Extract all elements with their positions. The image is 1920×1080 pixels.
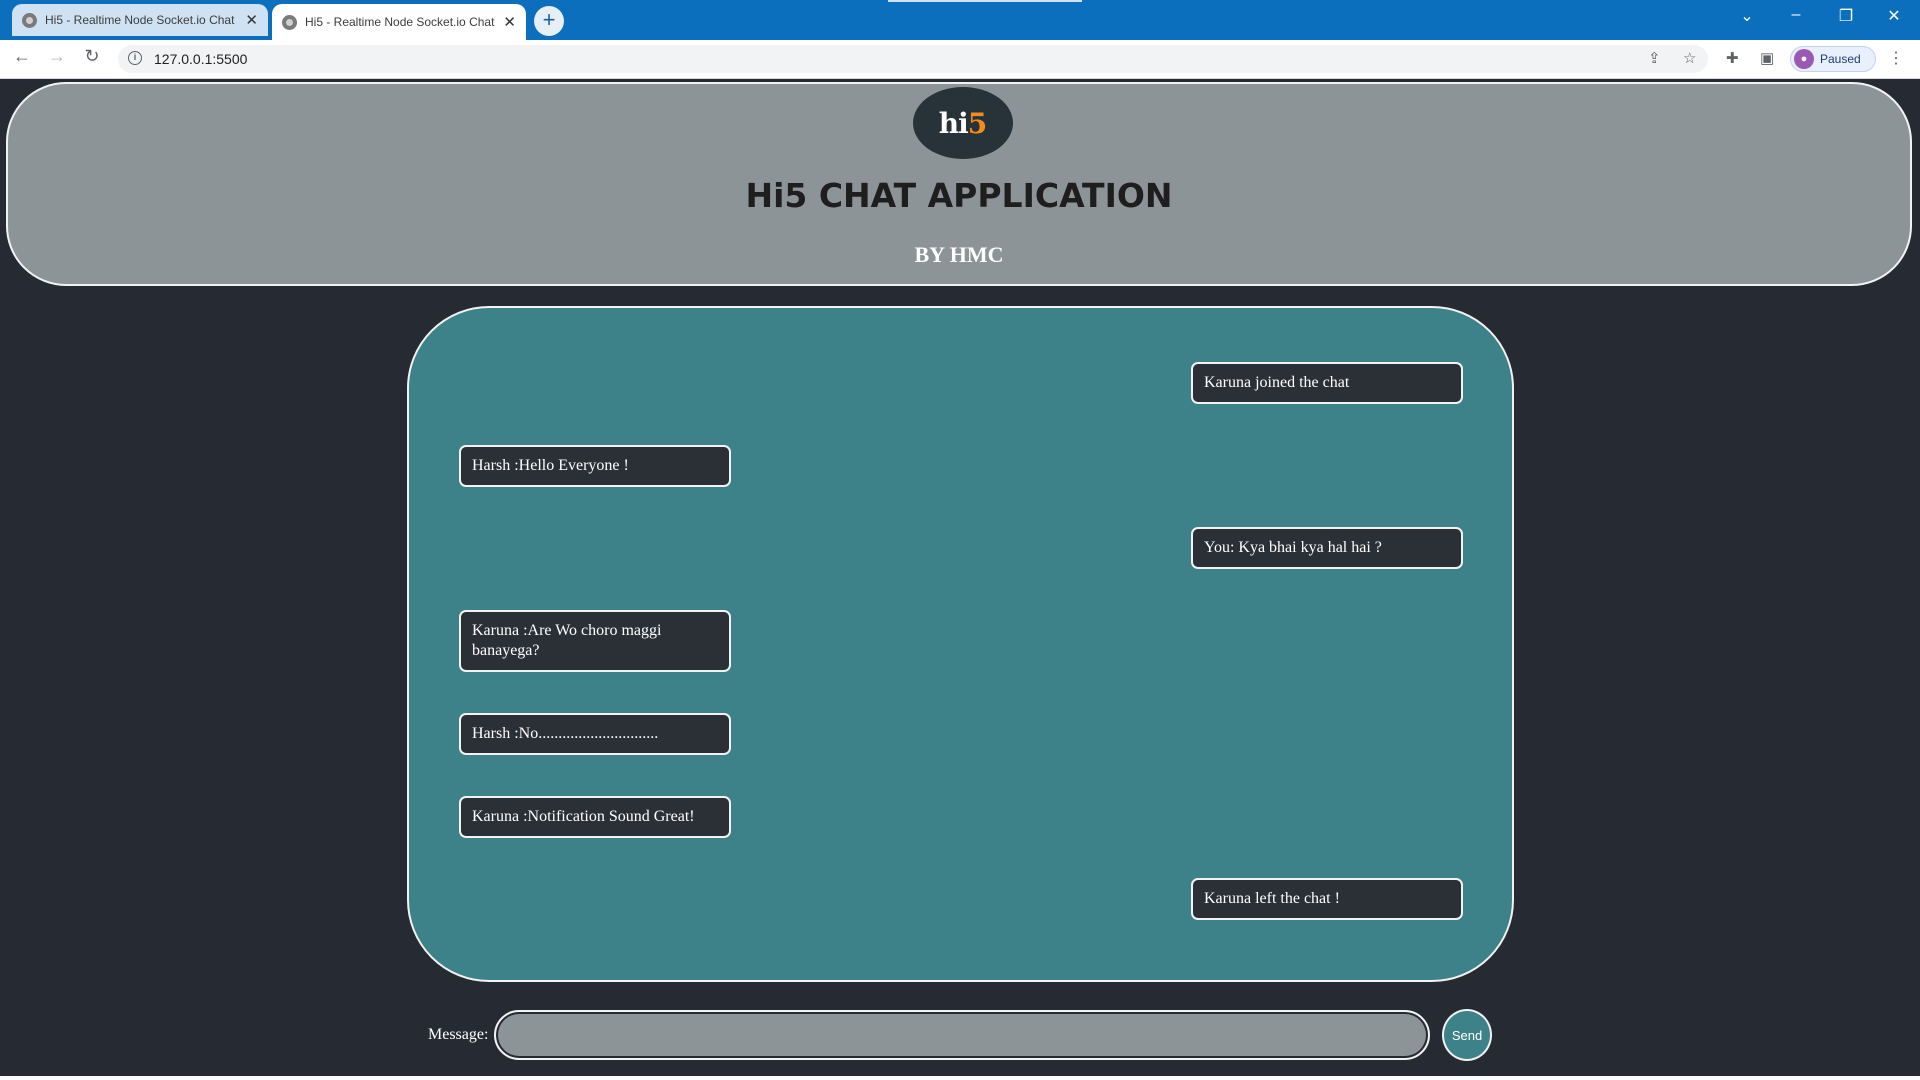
logo-text-hi: hi — [938, 106, 969, 140]
page-bottom-edge — [0, 1076, 1920, 1080]
site-info-icon[interactable]: i — [128, 51, 142, 65]
new-tab-button[interactable]: + — [534, 6, 564, 36]
globe-icon — [282, 14, 297, 30]
app-header: hi 5 Hi5 CHAT APPLICATION BY HMC — [6, 82, 1912, 286]
profile-status: Paused — [1820, 52, 1861, 66]
browser-tab-active[interactable]: Hi5 - Realtime Node Socket.io Chat ✕ — [272, 4, 526, 40]
avatar: ● — [1794, 49, 1814, 69]
chat-message-right: Karuna joined the chat — [1191, 362, 1463, 404]
chat-message-right: You: Kya bhai kya hal hai ? — [1191, 527, 1463, 569]
close-tab-icon[interactable]: ✕ — [503, 13, 516, 31]
globe-icon — [22, 12, 37, 28]
window-close-icon[interactable]: ✕ — [1882, 6, 1906, 26]
tab-title: Hi5 - Realtime Node Socket.io Chat — [45, 13, 235, 27]
chat-message-left: Karuna :Are Wo choro maggi banayega? — [459, 610, 731, 672]
back-arrow-icon[interactable]: ← — [10, 46, 34, 67]
extensions-puzzle-icon[interactable]: ✚ — [1726, 49, 1739, 67]
chat-message-left: Harsh :No.............................. — [459, 713, 731, 755]
logo-text-five: 5 — [967, 106, 988, 140]
profile-button[interactable]: ● Paused — [1790, 46, 1876, 72]
browser-tab-bar: Hi5 - Realtime Node Socket.io Chat ✕ Hi5… — [0, 0, 1920, 40]
more-menu-icon[interactable]: ⋮ — [1888, 48, 1904, 68]
close-tab-icon[interactable]: ✕ — [245, 11, 258, 29]
forward-arrow-icon[interactable]: → — [45, 46, 69, 67]
page-title: Hi5 CHAT APPLICATION — [745, 176, 1173, 215]
message-composer: Message: Send — [0, 1008, 1920, 1068]
browser-tab[interactable]: Hi5 - Realtime Node Socket.io Chat ✕ — [12, 4, 268, 36]
restore-icon[interactable]: ❐ — [1834, 6, 1858, 26]
share-icon[interactable]: ⇪ — [1648, 49, 1661, 67]
browser-toolbar: ← → ↻ i 127.0.0.1:5500 ⇪ ☆ ✚ ▣ ● Paused … — [0, 40, 1920, 79]
chat-message-left: Karuna :Notification Sound Great! — [459, 796, 731, 838]
bookmark-star-icon[interactable]: ☆ — [1683, 49, 1696, 67]
tab-title: Hi5 - Realtime Node Socket.io Chat — [305, 15, 495, 29]
byline: BY HMC — [914, 242, 1004, 267]
minimize-icon[interactable]: – — [1784, 6, 1808, 24]
address-bar[interactable]: i 127.0.0.1:5500 ⇪ ☆ — [118, 45, 1708, 73]
chat-messages-container[interactable]: Karuna joined the chat Harsh :Hello Ever… — [407, 306, 1514, 982]
message-label: Message: — [428, 1026, 489, 1043]
chat-message-left: Harsh :Hello Everyone ! — [459, 445, 731, 487]
chat-message-right: Karuna left the chat ! — [1191, 878, 1463, 920]
address-url[interactable]: 127.0.0.1:5500 — [154, 51, 247, 67]
message-input[interactable] — [494, 1010, 1430, 1060]
reload-icon[interactable]: ↻ — [80, 46, 104, 67]
send-button[interactable]: Send — [1442, 1009, 1492, 1061]
hi5-logo: hi 5 — [913, 87, 1013, 159]
side-panel-icon[interactable]: ▣ — [1760, 49, 1774, 67]
tab-search-icon[interactable]: ⌄ — [1735, 6, 1759, 26]
tab-strip-indicator — [888, 0, 1082, 2]
